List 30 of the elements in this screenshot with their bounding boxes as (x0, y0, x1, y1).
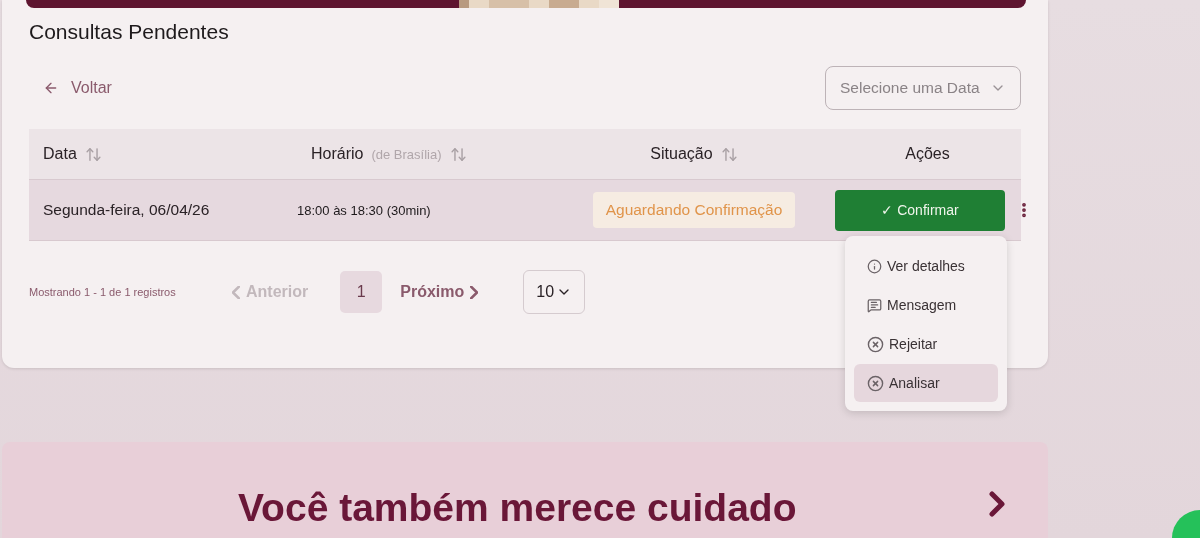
sort-icon[interactable] (720, 145, 738, 163)
back-link[interactable]: Voltar (29, 79, 112, 97)
chevron-right-icon (470, 285, 479, 299)
column-header: Situação (650, 145, 713, 163)
info-icon (867, 258, 882, 274)
page-size-select[interactable]: 10 (523, 270, 586, 314)
column-note: (de Brasília) (371, 146, 442, 162)
close-icon (867, 374, 884, 392)
column-header: Horário (311, 145, 364, 163)
date-select[interactable]: Selecione uma Data (825, 66, 1021, 110)
promo-title: Você também merece cuidado (238, 486, 797, 530)
table-cell-text: Segunda-feira, 06/04/26 (42, 201, 211, 219)
close-icon (867, 335, 884, 353)
sort-icon[interactable] (84, 145, 102, 163)
menu-item[interactable]: Ver detalhes (854, 247, 998, 285)
page-button[interactable]: 1 (340, 271, 383, 313)
table-cell-text: 18:00 às 18:30 (30min) (297, 202, 432, 218)
menu-item[interactable]: Mensagem (854, 286, 998, 324)
next-link[interactable]: Próximo (400, 283, 479, 301)
records-summary: Mostrando 1 - 1 de 1 registros (29, 286, 177, 298)
menu-item[interactable]: Analisar (854, 364, 998, 402)
confirm-button[interactable]: ✓ Confirmar (835, 189, 1005, 231)
message-icon (867, 297, 882, 313)
chevron-left-icon (232, 285, 240, 299)
status-badge: Aguardando Confirmação (592, 192, 796, 228)
column-header: Ações (905, 145, 950, 163)
menu-item[interactable]: Rejeitar (854, 325, 998, 363)
section-title: Consultas Pendentes (29, 20, 230, 44)
column-header: Data (43, 145, 77, 163)
sort-icon[interactable] (449, 145, 467, 163)
